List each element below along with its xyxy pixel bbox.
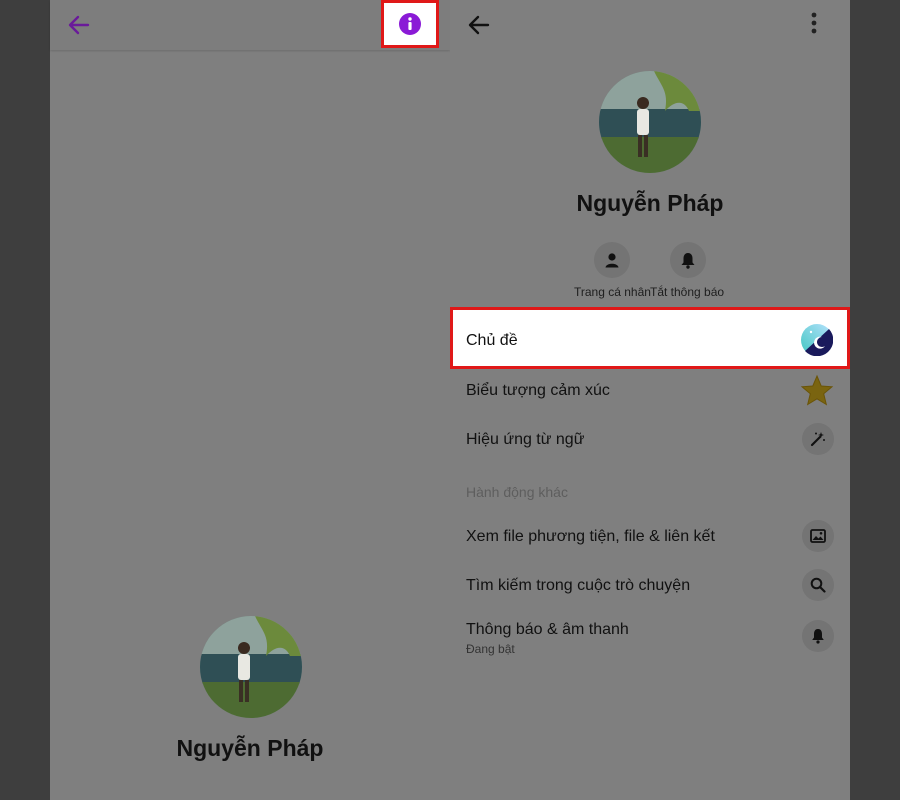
word-effects-label: Hiệu ứng từ ngữ (466, 431, 585, 448)
profile-name: Nguyễn Pháp (176, 735, 324, 761)
emoji-row[interactable]: Biểu tượng cảm xúc (450, 366, 850, 414)
arrow-left-icon (68, 15, 90, 35)
back-button[interactable] (64, 10, 94, 40)
mute-button[interactable] (670, 242, 706, 278)
bell-icon (802, 620, 834, 652)
profile-button[interactable] (594, 242, 630, 278)
more-options-button[interactable] (802, 10, 826, 36)
notifications-status: Đang bật (466, 642, 515, 656)
theme-row[interactable]: Chủ đề (450, 316, 850, 364)
notifications-sounds-row[interactable]: Thông báo & âm thanh Đang bật (450, 612, 850, 664)
search-conversation-label: Tìm kiếm trong cuộc trò chuyện (466, 577, 691, 594)
theme-icon (801, 324, 834, 357)
info-circle-icon (399, 13, 421, 35)
word-effects-row[interactable]: Hiệu ứng từ ngữ (450, 415, 850, 463)
profile-name: Nguyễn Pháp (576, 190, 724, 216)
search-icon (802, 569, 834, 601)
star-icon (800, 374, 834, 408)
media-files-row[interactable]: Xem file phương tiện, file & liên kết (450, 512, 850, 560)
media-files-label: Xem file phương tiện, file & liên kết (466, 528, 715, 545)
arrow-left-icon (468, 15, 490, 35)
person-icon (605, 253, 619, 268)
mute-button-label: Tắt thông báo (650, 285, 725, 299)
search-conversation-row[interactable]: Tìm kiếm trong cuộc trò chuyện (450, 561, 850, 609)
avatar (200, 616, 302, 718)
bell-icon (681, 252, 695, 269)
more-actions-heading: Hành động khác (466, 484, 568, 500)
profile-button-label: Trang cá nhân (574, 285, 651, 299)
more-vertical-icon (811, 12, 817, 34)
notifications-sounds-label: Thông báo & âm thanh (466, 621, 629, 638)
back-button[interactable] (464, 10, 494, 40)
left-screen: Nguyễn Pháp (50, 0, 450, 800)
right-screen: Nguyễn Pháp Trang cá nhân Tắt thông báo … (450, 0, 850, 800)
image-icon (802, 520, 834, 552)
info-button[interactable] (398, 12, 422, 36)
emoji-label: Biểu tượng cảm xúc (466, 382, 610, 399)
theme-label: Chủ đề (466, 332, 518, 349)
avatar (599, 71, 701, 173)
magic-wand-icon (802, 423, 834, 455)
